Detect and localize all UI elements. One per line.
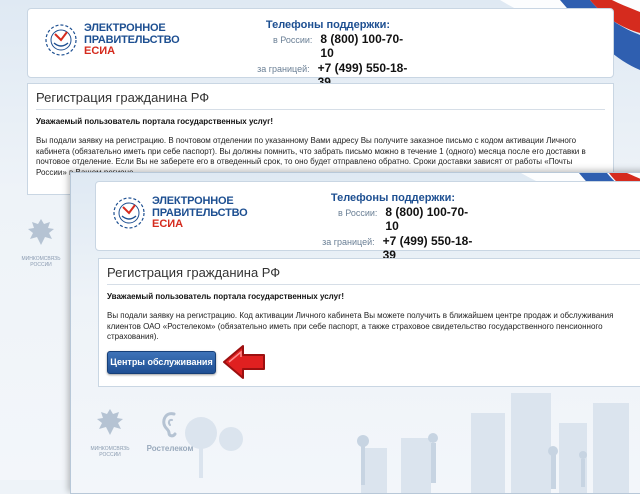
ministry-caption: МИНКОМСВЯЗЬ РОССИИ xyxy=(90,446,130,458)
double-headed-eagle-icon xyxy=(97,409,123,435)
esia-emblem-icon xyxy=(45,24,77,56)
logo-line-3: ЕСИА xyxy=(152,218,184,231)
russia-phone: 8 (800) 100-70-10 xyxy=(385,205,469,233)
abroad-label: за границей: xyxy=(322,237,375,247)
title-divider xyxy=(107,284,640,285)
ministry-caption: МИНКОМСВЯЗЬ РОССИИ xyxy=(21,256,61,268)
page-title: Регистрация гражданина РФ xyxy=(107,265,281,280)
ministry-emblem: МИНКОМСВЯЗЬ РОССИИ xyxy=(89,405,131,458)
greeting-text: Уважаемый пользователь портала государст… xyxy=(107,292,345,301)
support-phones: Телефоны поддержки: в России: 8 (800) 10… xyxy=(243,19,413,89)
rostelecom-caption: Ростелеком xyxy=(146,444,194,453)
service-centers-button[interactable]: Центры обслуживания xyxy=(107,351,216,374)
logo-line-3: ЕСИА xyxy=(84,45,116,58)
russia-phone: 8 (800) 100-70-10 xyxy=(320,32,404,60)
page-title: Регистрация гражданина РФ xyxy=(36,90,210,105)
russia-label: в России: xyxy=(272,35,313,45)
header-bar: ЭЛЕКТРОННОЕ ПРАВИТЕЛЬСТВО ЕСИА Телефоны … xyxy=(95,181,640,262)
ministry-emblem: МИНКОМСВЯЗЬ РОССИИ xyxy=(20,215,62,268)
header-bar: ЭЛЕКТРОННОЕ ПРАВИТЕЛЬСТВО ЕСИА Телефоны … xyxy=(27,8,614,89)
info-text: Вы подали заявку на регистрацию. Код акт… xyxy=(107,311,614,341)
support-title: Телефоны поддержки: xyxy=(330,192,456,204)
esia-logo[interactable]: ЭЛЕКТРОННОЕ ПРАВИТЕЛЬСТВО ЕСИА xyxy=(112,195,248,231)
rostelecom-ear-icon xyxy=(162,412,177,438)
russia-label: в России: xyxy=(337,208,378,218)
support-phones: Телефоны поддержки: в России: 8 (800) 10… xyxy=(308,192,478,262)
logo-line-1: ЭЛЕКТРОННОЕ xyxy=(152,195,234,207)
esia-logo[interactable]: ЭЛЕКТРОННОЕ ПРАВИТЕЛЬСТВО ЕСИА xyxy=(44,22,180,58)
front-window: ЭЛЕКТРОННОЕ ПРАВИТЕЛЬСТВО ЕСИА Телефоны … xyxy=(70,172,640,494)
greeting-text: Уважаемый пользователь портала государст… xyxy=(36,117,274,126)
double-headed-eagle-icon xyxy=(28,219,54,245)
red-pointer-arrow-icon xyxy=(223,345,265,379)
support-title: Телефоны поддержки: xyxy=(265,19,391,31)
logo-line-1: ЭЛЕКТРОННОЕ xyxy=(84,22,166,34)
rostelecom-logo: Ростелеком xyxy=(145,409,195,453)
abroad-label: за границей: xyxy=(257,64,310,74)
esia-emblem-icon xyxy=(113,197,145,229)
title-divider xyxy=(36,109,605,110)
